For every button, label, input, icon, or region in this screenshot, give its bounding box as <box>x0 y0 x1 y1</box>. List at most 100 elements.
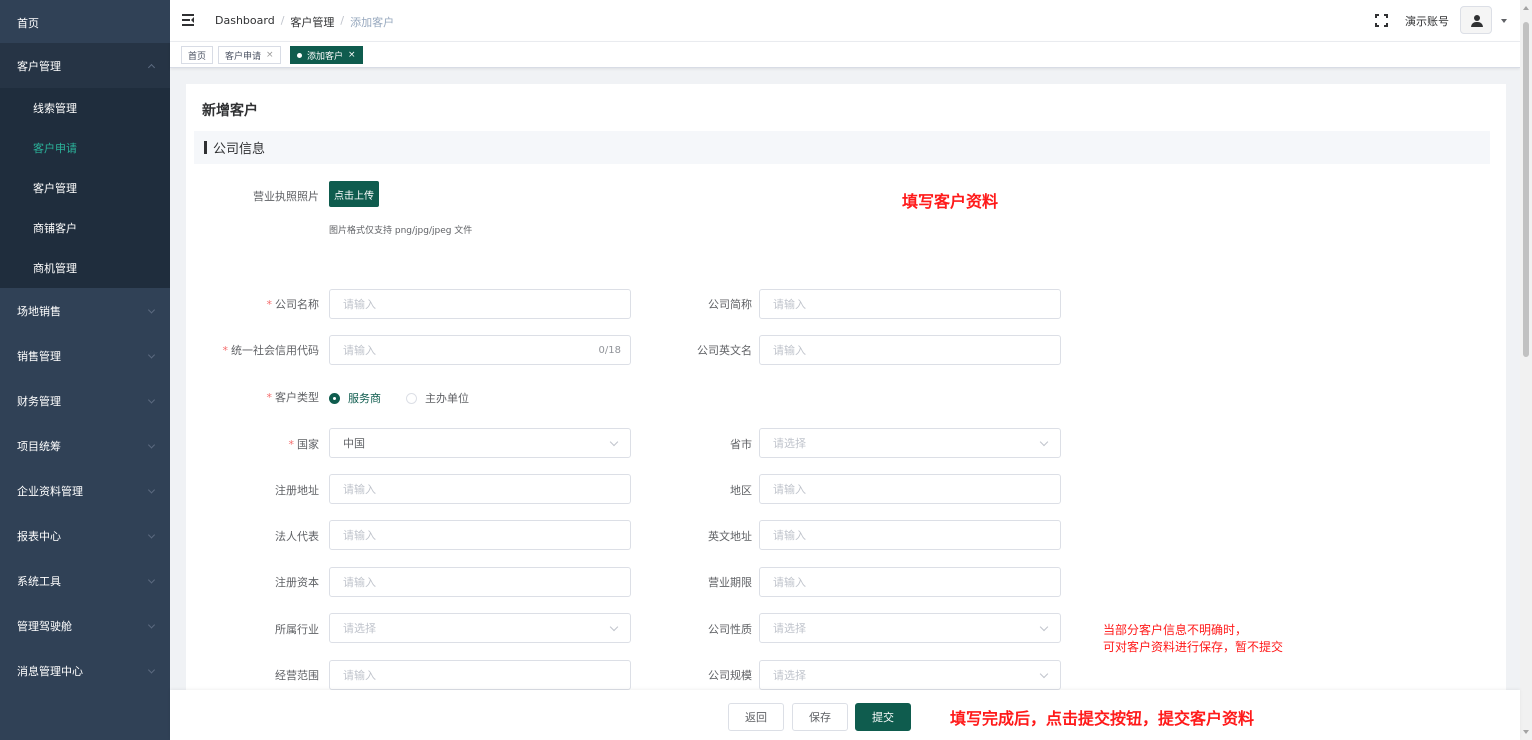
sidebar-item-projects[interactable]: 项目统筹 <box>0 423 170 468</box>
reg-capital-label: 注册资本 <box>275 576 319 589</box>
upload-button[interactable]: 点击上传 <box>329 181 379 207</box>
annotation-save-hint: 当部分客户信息不明确时， 可对客户资料进行保存，暂不提交 <box>1103 623 1284 654</box>
company-name-input[interactable]: 请输入 <box>329 289 631 319</box>
scroll-down-icon[interactable] <box>1523 730 1529 734</box>
province-select[interactable]: 请选择 <box>759 428 1061 458</box>
breadcrumb-customer-management[interactable]: 客户管理 <box>290 14 334 30</box>
sidebar-item-label: 首页 <box>17 16 39 30</box>
legal-rep-label: 法人代表 <box>275 530 319 543</box>
license-label: 营业执照照片 <box>253 190 319 203</box>
section-bar <box>204 141 207 154</box>
business-term-input[interactable]: 请输入 <box>759 567 1061 597</box>
sidebar-item-company-data[interactable]: 企业资料管理 <box>0 468 170 513</box>
legal-rep-input[interactable]: 请输入 <box>329 520 631 550</box>
back-button[interactable]: 返回 <box>728 703 784 731</box>
sidebar-item-home[interactable]: 首页 <box>0 0 170 45</box>
sidebar-item-cockpit[interactable]: 管理驾驶舱 <box>0 603 170 648</box>
company-name-label: * 公司名称 <box>266 298 320 311</box>
country-label: * 国家 <box>288 438 320 451</box>
sidebar-item-opportunity[interactable]: 商机管理 <box>0 248 170 288</box>
reg-address-input[interactable]: 请输入 <box>329 474 631 504</box>
business-scope-label: 经营范围 <box>275 669 319 682</box>
chevron-down-icon <box>1039 622 1049 632</box>
chevron-down-icon <box>609 622 619 632</box>
chevron-down-icon <box>147 350 156 359</box>
country-select[interactable]: 中国 <box>329 428 631 458</box>
company-nature-select[interactable]: 请选择 <box>759 613 1061 643</box>
hamburger-icon[interactable] <box>182 14 194 26</box>
sidebar-item-shop-customer[interactable]: 商铺客户 <box>0 208 170 248</box>
tag-home[interactable]: 首页 <box>181 46 214 64</box>
province-label: 省市 <box>730 438 752 451</box>
avatar[interactable] <box>1460 6 1492 34</box>
english-address-label: 英文地址 <box>708 530 752 543</box>
breadcrumb: Dashboard / 客户管理 / 添加客户 <box>215 14 394 30</box>
breadcrumb-separator: / <box>280 14 285 27</box>
close-icon[interactable]: × <box>266 50 274 60</box>
english-name-input[interactable]: 请输入 <box>759 335 1061 365</box>
page-scrollbar[interactable] <box>1520 0 1532 740</box>
sidebar-item-venue-sales[interactable]: 场地销售 <box>0 288 170 333</box>
active-dot-icon <box>297 52 302 58</box>
sidebar-item-customer-list[interactable]: 客户管理 <box>0 168 170 208</box>
sidebar-item-customer-management[interactable]: 客户管理 <box>0 43 170 88</box>
scroll-thumb[interactable] <box>1523 22 1529 357</box>
sidebar-item-reports[interactable]: 报表中心 <box>0 513 170 558</box>
company-size-label: 公司规模 <box>708 669 752 682</box>
radio-organizer[interactable]: 主办单位 <box>406 390 469 406</box>
chevron-down-icon <box>147 665 156 674</box>
save-button[interactable]: 保存 <box>792 703 848 731</box>
submenu-customer: 线索管理 客户申请 客户管理 商铺客户 商机管理 <box>0 88 170 288</box>
fullscreen-icon[interactable] <box>1375 14 1388 27</box>
customer-type-label: * 客户类型 <box>266 391 320 404</box>
company-size-select[interactable]: 请选择 <box>759 660 1061 690</box>
chevron-down-icon <box>147 620 156 629</box>
credit-code-input[interactable]: 请输入 0/18 <box>329 335 631 365</box>
sidebar-item-sales[interactable]: 销售管理 <box>0 333 170 378</box>
tag-customer-apply[interactable]: 客户申请 × <box>218 46 281 64</box>
upload-tip: 图片格式仅支持 png/jpg/jpeg 文件 <box>329 226 473 236</box>
reg-capital-input[interactable]: 请输入 <box>329 567 631 597</box>
company-nature-label: 公司性质 <box>708 623 752 636</box>
tag-add-customer[interactable]: 添加客户 × <box>290 46 363 64</box>
sidebar: 首页 客户管理 线索管理 客户申请 客户管理 商铺客户 商机管理 场地销售 销售… <box>0 0 170 740</box>
company-short-input[interactable]: 请输入 <box>759 289 1061 319</box>
radio-service-provider[interactable]: 服务商 <box>329 390 381 406</box>
chevron-down-icon <box>147 530 156 539</box>
sidebar-item-label: 客户管理 <box>17 59 61 73</box>
section-header: 公司信息 <box>194 131 1490 164</box>
page-title: 新增客户 <box>202 103 258 119</box>
chevron-down-icon <box>147 575 156 584</box>
english-address-input[interactable]: 请输入 <box>759 520 1061 550</box>
region-input[interactable]: 请输入 <box>759 474 1061 504</box>
region-label: 地区 <box>730 484 752 497</box>
caret-down-icon[interactable] <box>1501 19 1507 23</box>
submit-button[interactable]: 提交 <box>855 703 911 731</box>
industry-label: 所属行业 <box>275 623 319 636</box>
account-name: 演示账号 <box>1405 15 1449 28</box>
sidebar-item-system-tools[interactable]: 系统工具 <box>0 558 170 603</box>
sidebar-item-customer-apply[interactable]: 客户申请 <box>0 128 170 168</box>
scroll-up-icon[interactable] <box>1523 6 1529 10</box>
close-icon[interactable]: × <box>348 50 356 60</box>
industry-select[interactable]: 请选择 <box>329 613 631 643</box>
chevron-down-icon <box>147 305 156 314</box>
breadcrumb-dashboard[interactable]: Dashboard <box>215 14 275 30</box>
form-card: 新增客户 公司信息 营业执照照片 点击上传 图片格式仅支持 png/jpg/jp… <box>186 84 1506 694</box>
radio-checked-icon <box>329 392 340 404</box>
english-name-label: 公司英文名 <box>697 344 752 357</box>
chevron-down-icon <box>147 395 156 404</box>
credit-code-label: * 统一社会信用代码 <box>222 344 320 357</box>
sidebar-item-messages[interactable]: 消息管理中心 <box>0 648 170 693</box>
sidebar-item-leads[interactable]: 线索管理 <box>0 88 170 128</box>
chevron-down-icon <box>609 437 619 447</box>
user-icon <box>1474 15 1480 21</box>
sidebar-item-finance[interactable]: 财务管理 <box>0 378 170 423</box>
company-short-label: 公司简称 <box>708 298 752 311</box>
business-scope-input[interactable]: 请输入 <box>329 660 631 690</box>
annotation-submit-hint: 填写完成后，点击提交按钮，提交客户资料 <box>950 709 1255 728</box>
chevron-down-icon <box>147 440 156 449</box>
footer-bar: 返回 保存 提交 填写完成后，点击提交按钮，提交客户资料 <box>170 690 1520 740</box>
tags-view: 首页 客户申请 × 添加客户 × <box>170 42 1520 68</box>
breadcrumb-separator: / <box>340 14 345 27</box>
